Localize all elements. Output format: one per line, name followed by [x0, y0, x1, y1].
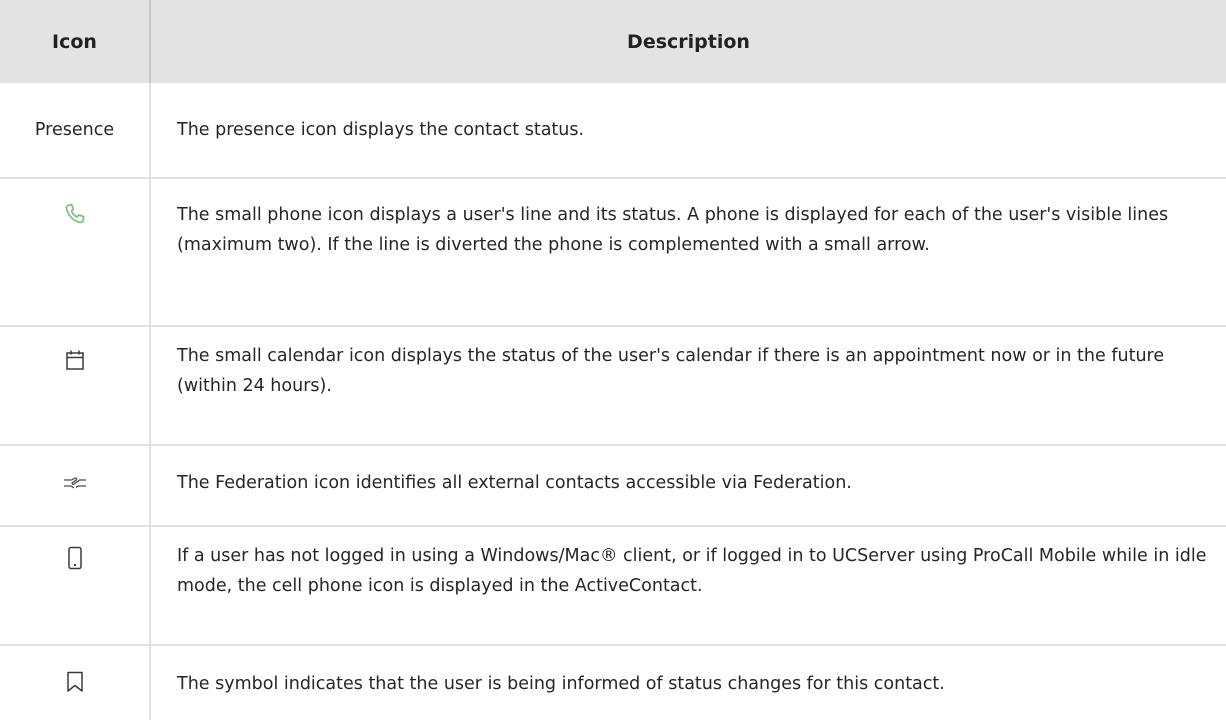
calendar-icon [65, 349, 85, 371]
presence-icon-cell: Presence [0, 115, 149, 145]
header-icon-column: Icon [52, 30, 97, 53]
table-row-phone: The small phone icon displays a user's l… [0, 179, 1226, 325]
phone-icon [63, 202, 87, 226]
icon-description-table: Icon Description Presence The presence i… [0, 0, 1226, 720]
calendar-icon-cell [0, 349, 149, 371]
calendar-description: The small calendar icon displays the sta… [177, 346, 1165, 396]
bookmark-icon [66, 671, 84, 693]
table-row-cell-phone: If a user has not logged in using a Wind… [0, 527, 1226, 644]
presence-description: The presence icon displays the contact s… [177, 120, 585, 140]
table-row-federation: The Federation icon identifies all exter… [0, 446, 1226, 525]
federation-icon-cell [0, 476, 149, 490]
presence-label: Presence [34, 120, 115, 140]
phone-description: The small phone icon displays a user's l… [177, 205, 1169, 255]
phone-icon-cell [0, 202, 149, 226]
cell-phone-icon-cell [0, 546, 149, 570]
table-row-bookmark: The symbol indicates that the user is be… [0, 646, 1226, 720]
federation-description: The Federation icon identifies all exter… [177, 473, 852, 493]
bookmark-description: The symbol indicates that the user is be… [177, 674, 945, 694]
table-row-presence: Presence The presence icon displays the … [0, 83, 1226, 177]
federation-icon [63, 476, 87, 490]
table-row-calendar: The small calendar icon displays the sta… [0, 327, 1226, 444]
bookmark-icon-cell [0, 671, 149, 693]
table-header: Icon Description [0, 0, 1226, 83]
cell-phone-description: If a user has not logged in using a Wind… [177, 546, 1207, 596]
cell-phone-icon [66, 546, 84, 570]
header-description-column: Description [627, 30, 750, 53]
